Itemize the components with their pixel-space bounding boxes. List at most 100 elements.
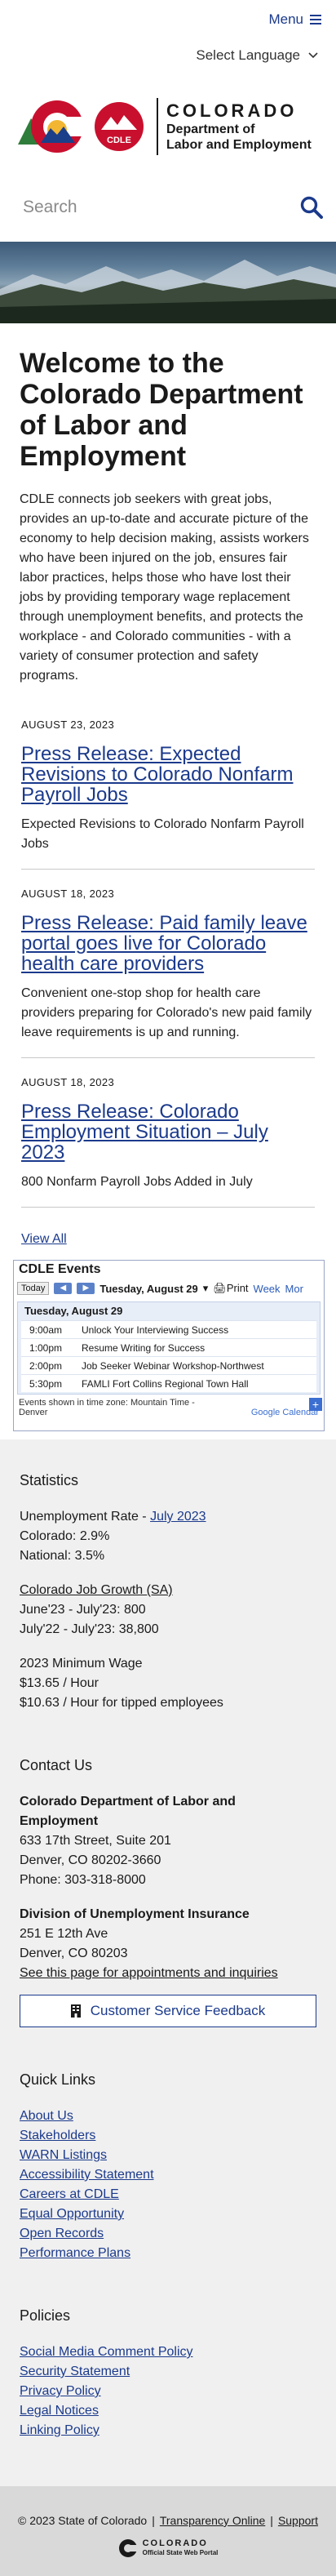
calendar-event-time: 5:30pm	[29, 1377, 62, 1390]
calendar-today-button[interactable]: Today	[17, 1282, 50, 1295]
quick-link-about-us[interactable]: About Us	[20, 2107, 316, 2126]
calendar-event[interactable]: 9:00am Unlock Your Interviewing Success	[21, 1320, 316, 1338]
unemployment-month-link[interactable]: July 2023	[150, 1510, 206, 1524]
calendar-event-time: 9:00am	[29, 1324, 62, 1336]
hero-mountain-image	[0, 242, 336, 323]
footer-info: Statistics Unemployment Rate - July 2023…	[0, 1439, 336, 2486]
news-title-link[interactable]: Press Release: Expected Revisions to Col…	[21, 744, 315, 805]
unemployment-rate-line: Unemployment Rate - July 2023	[20, 1507, 316, 1527]
quick-link-performance-plans[interactable]: Performance Plans	[20, 2244, 316, 2263]
events-calendar-widget: CDLE Events Today ◀ ▶ Tuesday, August 29…	[13, 1260, 325, 1431]
logo-wordmark: COLORADO Department of Labor and Employm…	[157, 98, 312, 155]
contact-phone: Phone: 303-318-8000	[20, 1873, 146, 1887]
news-item: AUGUST 18, 2023 Press Release: Paid fami…	[21, 888, 315, 1058]
unemployment-label: Unemployment Rate -	[20, 1510, 151, 1524]
calendar-event[interactable]: 1:00pm Resume Writing for Success	[21, 1338, 316, 1356]
transparency-link[interactable]: Transparency Online	[160, 2514, 265, 2527]
calendar-tab-week[interactable]: Week	[254, 1283, 281, 1295]
policy-security[interactable]: Security Statement	[20, 2362, 316, 2382]
site-footer: © 2023 State of Colorado | Transparency On…	[0, 2486, 336, 2576]
hamburger-icon	[310, 15, 321, 24]
calendar-print-label: Print	[226, 1282, 249, 1294]
language-select[interactable]: Select Language	[196, 47, 318, 64]
menu-label: Menu	[268, 11, 303, 27]
calendar-date-dropdown-icon[interactable]: ▾	[203, 1282, 209, 1295]
policy-legal-notices[interactable]: Legal Notices	[20, 2401, 316, 2421]
news-date: AUGUST 18, 2023	[21, 888, 115, 900]
contact-heading: Contact Us	[20, 1757, 93, 1773]
site-logo[interactable]: CDLE COLORADO Department of Labor and Em…	[0, 78, 336, 176]
page-title: Welcome to the Colorado Department of La…	[20, 348, 303, 472]
search-input[interactable]	[21, 197, 300, 218]
calendar-next-icon[interactable]: ▶	[77, 1283, 95, 1294]
search-bar	[0, 178, 336, 237]
logo-badge-text: CDLE	[107, 136, 131, 145]
colorado-rate: Colorado: 2.9%	[20, 1529, 110, 1543]
quick-link-open-records[interactable]: Open Records	[20, 2224, 316, 2244]
calendar-event-title: Job Seeker Webinar Workshop-Northwest	[82, 1359, 264, 1372]
quick-link-warn-listings[interactable]: WARN Listings	[20, 2146, 316, 2165]
calendar-prev-icon[interactable]: ◀	[54, 1283, 73, 1294]
state-logo-line2: Official State Web Portal	[142, 2549, 219, 2556]
contact-address-line2: Denver, CO 80202-3660	[20, 1853, 161, 1867]
calendar-event[interactable]: 2:00pm Job Seeker Webinar Workshop-North…	[21, 1356, 316, 1374]
quick-link-careers[interactable]: Careers at CDLE	[20, 2185, 316, 2205]
language-row: Select Language	[0, 41, 336, 73]
national-rate: National: 3.5%	[20, 1549, 105, 1563]
ui-address-line2: Denver, CO 80203	[20, 1946, 128, 1960]
support-link[interactable]: Support	[278, 2514, 318, 2527]
logo-colorado-text: COLORADO	[166, 100, 298, 121]
calendar-tab-more[interactable]: Mor	[285, 1283, 303, 1295]
footer-links: © 2023 State of Colorado | Transparency On…	[18, 2514, 318, 2527]
view-all-link[interactable]: View All	[21, 1232, 67, 1247]
calendar-event-title: FAMLI Fort Collins Regional Town Hall	[82, 1377, 249, 1390]
calendar-event-time: 2:00pm	[29, 1359, 62, 1372]
policy-social-media[interactable]: Social Media Comment Policy	[20, 2342, 316, 2362]
policy-privacy[interactable]: Privacy Policy	[20, 2382, 316, 2401]
quick-link-stakeholders[interactable]: Stakeholders	[20, 2126, 316, 2146]
news-title-link[interactable]: Press Release: Colorado Employment Situa…	[21, 1101, 315, 1163]
logo-dept-line2: Labor and Employment	[166, 138, 312, 152]
welcome-body: CDLE connects job seekers with great job…	[20, 492, 309, 683]
calendar-event-title: Unlock Your Interviewing Success	[82, 1324, 229, 1336]
news-title-link[interactable]: Press Release: Paid family leave portal …	[21, 913, 315, 974]
calendar-day-heading: Tuesday, August 29	[24, 1305, 123, 1317]
quick-link-accessibility[interactable]: Accessibility Statement	[20, 2165, 316, 2185]
calendar-print-button[interactable]: 🖨Print	[213, 1282, 248, 1295]
calendar-event[interactable]: 5:30pm FAMLI Fort Collins Regional Town …	[21, 1374, 316, 1392]
calendar-agenda: Tuesday, August 29 9:00am Unlock Your In…	[17, 1301, 321, 1395]
state-portal-logo[interactable]: COLORADO Official State Web Portal	[0, 2538, 336, 2558]
top-bar: Menu	[0, 0, 336, 41]
min-wage-value: $13.65 / Hour	[20, 1676, 99, 1690]
logo-dept-line1: Department of	[166, 122, 255, 136]
calendar-timezone-note: Events shown in time zone: Mountain Time…	[19, 1398, 195, 1417]
customer-service-feedback-button[interactable]: Customer Service Feedback	[20, 1995, 316, 2027]
print-icon: 🖨	[213, 1282, 227, 1294]
add-to-calendar-icon[interactable]: +	[309, 1398, 322, 1411]
news-date: AUGUST 23, 2023	[21, 719, 115, 731]
news-summary: Convenient one-stop shop for health care…	[21, 986, 312, 1039]
min-wage-label: 2023 Minimum Wage	[20, 1657, 143, 1671]
policy-linking[interactable]: Linking Policy	[20, 2421, 316, 2440]
state-logo-line1: COLORADO	[142, 2538, 208, 2548]
job-growth-link[interactable]: Colorado Job Growth (SA)	[20, 1583, 173, 1597]
feedback-button-label: Customer Service Feedback	[90, 2003, 266, 2018]
search-icon[interactable]	[300, 196, 323, 219]
news-date: AUGUST 18, 2023	[21, 1076, 115, 1088]
quick-link-equal-opportunity[interactable]: Equal Opportunity	[20, 2205, 316, 2224]
statistics-heading: Statistics	[20, 1472, 79, 1488]
job-growth-month: June'23 - July'23: 800	[20, 1603, 146, 1617]
policies-section: Policies Social Media Comment Policy Sec…	[20, 2307, 316, 2440]
ui-division-name: Division of Unemployment Insurance	[20, 1907, 250, 1921]
contact-org-name: Colorado Department of Labor and Employm…	[20, 1795, 236, 1828]
ui-address-line1: 251 E 12th Ave	[20, 1927, 108, 1941]
appointments-link[interactable]: See this page for appointments and inqui…	[20, 1966, 278, 1980]
news-summary: 800 Nonfarm Payroll Jobs Added in July	[21, 1175, 253, 1189]
quick-links-section: Quick Links About Us Stakeholders WARN L…	[20, 2071, 316, 2263]
quick-links-heading: Quick Links	[20, 2071, 96, 2088]
copyright-text: © 2023 State of Colorado	[18, 2514, 148, 2527]
contact-section: Contact Us Colorado Department of Labor …	[20, 1757, 316, 2027]
building-icon	[70, 2004, 81, 2018]
language-label: Select Language	[196, 47, 300, 63]
menu-button[interactable]: Menu	[268, 11, 321, 28]
